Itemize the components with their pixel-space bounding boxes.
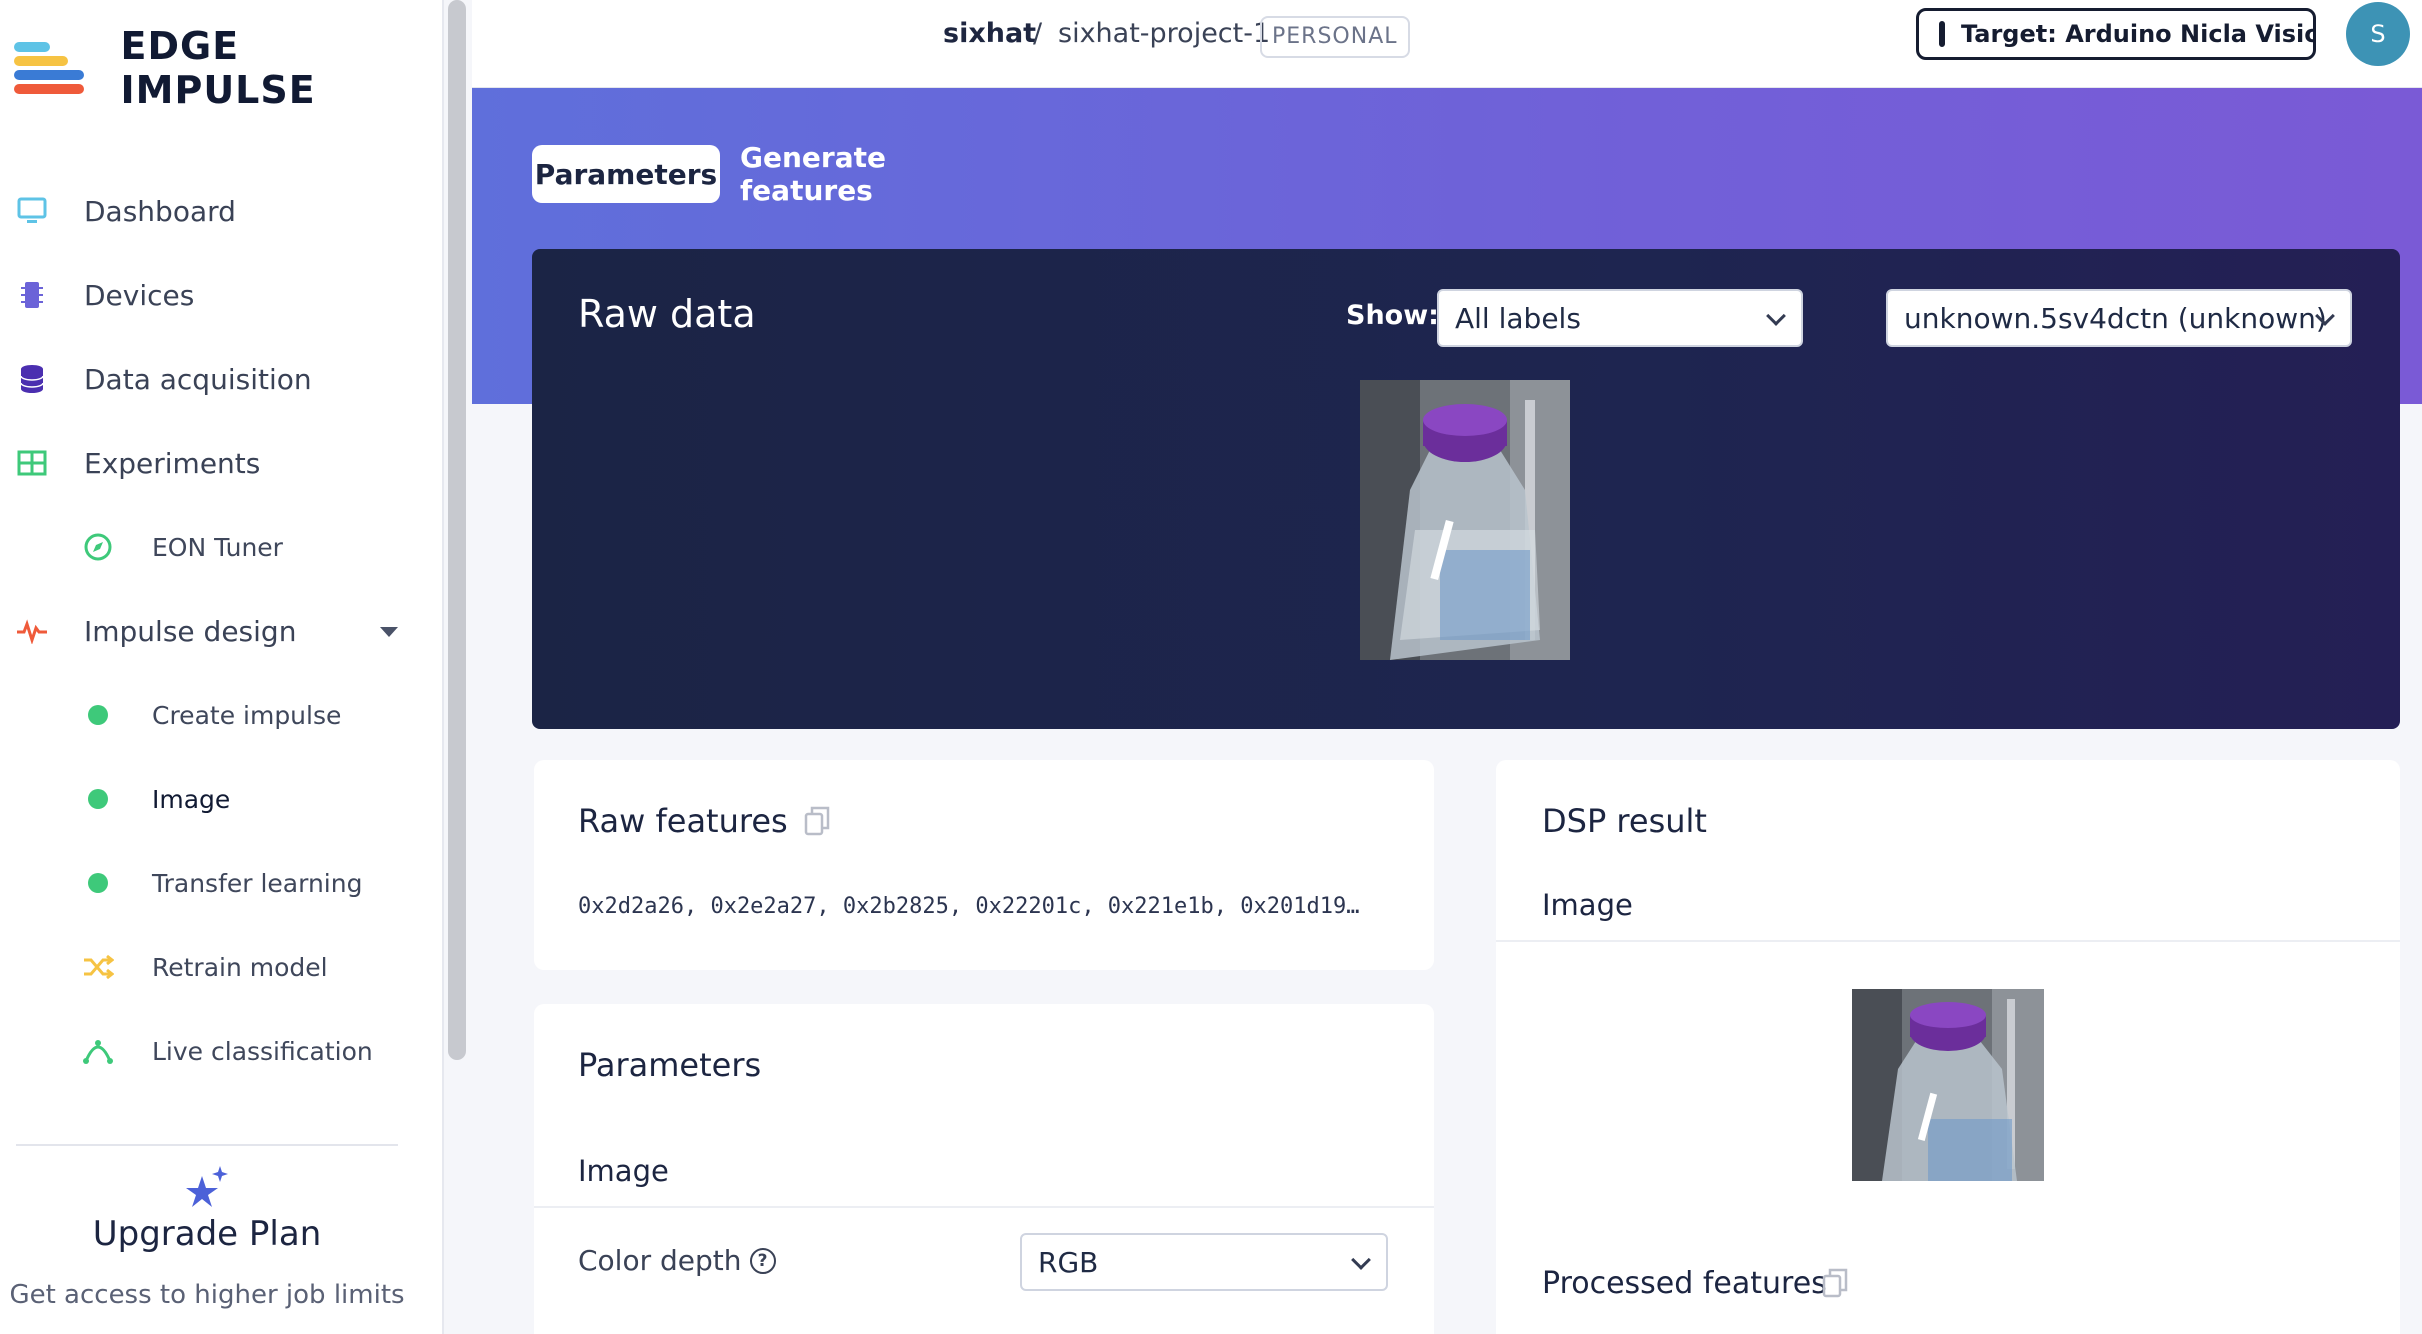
dsp-section-image: Image [1542, 888, 1633, 922]
shuffle-icon [82, 951, 114, 983]
show-label: Show: [1346, 300, 1439, 331]
raw-data-title: Raw data [578, 292, 756, 336]
sidebar-item-create-impulse[interactable]: Create impulse [0, 685, 420, 745]
sidebar-item-label: Retrain model [152, 952, 328, 982]
sidebar-item-label: Data acquisition [84, 362, 312, 396]
sidebar-item-label: Image [152, 784, 231, 814]
chip-icon [16, 279, 48, 311]
color-depth-value: RGB [1038, 1245, 1099, 1279]
network-icon [82, 1035, 114, 1067]
copy-icon[interactable] [1822, 1268, 1848, 1298]
raw-sample-image [1360, 380, 1570, 660]
target-device-button[interactable]: Target: Arduino Nicla Visio... [1916, 8, 2316, 60]
brand-name: EDGE IMPULSE [120, 24, 316, 112]
status-dot-icon [82, 699, 114, 731]
section-divider [534, 1206, 1434, 1208]
sidebar-item-label: Create impulse [152, 700, 342, 730]
upgrade-plan-title[interactable]: Upgrade Plan [0, 1214, 414, 1254]
breadcrumb-project[interactable]: sixhat-project-1 [1058, 18, 1270, 49]
chevron-down-icon [1351, 1250, 1371, 1270]
processed-sample-image [1852, 989, 2044, 1181]
plan-badge: PERSONAL [1260, 16, 1410, 58]
app-window: EDGE IMPULSE Dashboard Devices Data acqu… [0, 0, 2422, 1334]
avatar[interactable]: S [2346, 2, 2410, 66]
sidebar-scrollbar[interactable] [448, 0, 466, 1060]
sidebar-divider [16, 1144, 398, 1146]
status-dot-icon [82, 867, 114, 899]
sidebar-item-eon-tuner[interactable]: EON Tuner [0, 517, 420, 577]
color-depth-label-text: Color depth [578, 1244, 742, 1277]
sidebar-item-data-acquisition[interactable]: Data acquisition [0, 349, 420, 409]
brand-logo[interactable]: EDGE IMPULSE [14, 24, 442, 112]
chip-icon [1939, 21, 1945, 47]
sidebar-item-live-classification[interactable]: Live classification [0, 1021, 420, 1081]
compass-icon [82, 531, 114, 563]
sidebar-item-label: Dashboard [84, 194, 236, 228]
sidebar-item-label: EON Tuner [152, 532, 283, 562]
sidebar-item-label: Impulse design [84, 614, 297, 648]
parameters-title: Parameters [578, 1046, 762, 1084]
color-depth-select[interactable]: RGB [1020, 1233, 1388, 1291]
chevron-down-icon [1766, 306, 1786, 326]
section-divider [1496, 940, 2400, 942]
status-dot-icon [82, 783, 114, 815]
table-icon [16, 447, 48, 479]
upgrade-plan-description: Get access to higher job limits [9, 1280, 405, 1310]
sidebar-item-label: Devices [84, 278, 195, 312]
pulse-icon [16, 615, 48, 647]
sidebar-item-devices[interactable]: Devices [0, 265, 420, 325]
dsp-result-title: DSP result [1542, 802, 1707, 840]
raw-features-values: 0x2d2a26, 0x2e2a27, 0x2b2825, 0x22201c, … [578, 894, 1360, 919]
sample-select[interactable]: unknown.5sv4dctn (unknown) [1886, 289, 2352, 347]
caret-down-icon[interactable] [380, 627, 398, 637]
sidebar-item-experiments[interactable]: Experiments [0, 433, 420, 493]
label-filter-value: All labels [1455, 301, 1581, 335]
help-icon[interactable]: ? [749, 1247, 776, 1274]
sidebar-item-impulse-design[interactable]: Impulse design [0, 601, 420, 661]
color-depth-label: Color depth ? [578, 1244, 776, 1277]
monitor-icon [16, 195, 48, 227]
processed-features-title: Processed features [1542, 1266, 1827, 1301]
sidebar-item-label: Live classification [152, 1036, 373, 1066]
sidebar-item-label: Experiments [84, 446, 261, 480]
raw-features-title: Raw features [578, 802, 788, 840]
sidebar-item-retrain-model[interactable]: Retrain model [0, 937, 420, 997]
breadcrumb-user[interactable]: sixhat [943, 18, 1036, 49]
sidebar-item-transfer-learning[interactable]: Transfer learning [0, 853, 420, 913]
sidebar-item-dashboard[interactable]: Dashboard [0, 181, 420, 241]
tab-generate-features[interactable]: Generate features [740, 141, 1020, 207]
breadcrumb-separator: / [1033, 18, 1043, 49]
sample-value: unknown.5sv4dctn (unknown) [1904, 301, 2327, 335]
target-label: Target: Arduino Nicla Visio... [1961, 20, 2316, 48]
raw-features-card [534, 760, 1434, 970]
tab-parameters[interactable]: Parameters [532, 145, 720, 203]
database-icon [16, 363, 48, 395]
label-filter-select[interactable]: All labels [1437, 289, 1803, 347]
sparkle-star-icon [186, 1166, 228, 1207]
sidebar-item-image[interactable]: Image [0, 769, 420, 829]
edge-impulse-logo-icon [14, 40, 87, 96]
sidebar: EDGE IMPULSE Dashboard Devices Data acqu… [0, 0, 444, 1334]
sidebar-item-label: Transfer learning [152, 868, 363, 898]
parameters-section-image: Image [578, 1154, 669, 1188]
copy-icon[interactable] [804, 806, 830, 836]
